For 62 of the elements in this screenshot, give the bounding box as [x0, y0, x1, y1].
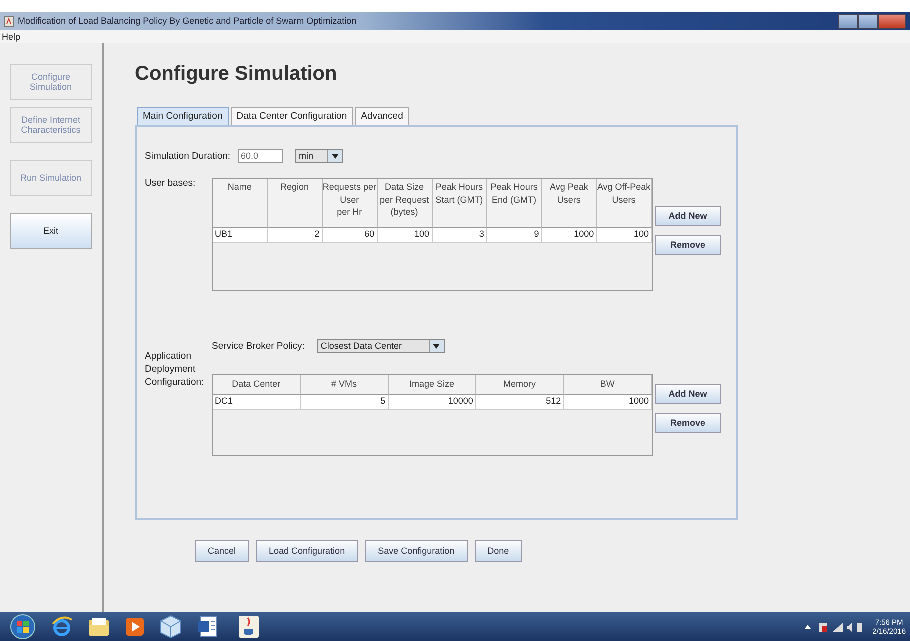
table-cell: 512: [476, 394, 564, 410]
table-cell: 100: [378, 228, 432, 243]
table-cell: 10000: [388, 394, 476, 410]
table-cell: 2: [268, 228, 323, 243]
footer-button[interactable]: Load Configuration: [256, 540, 358, 562]
duration-field[interactable]: 60.0: [238, 149, 283, 163]
table-button[interactable]: Add New: [655, 384, 721, 404]
column-header: BW: [564, 375, 652, 395]
section-label: Application Deployment Configuration:: [145, 351, 206, 390]
app-icon: [4, 16, 14, 26]
browser-icon[interactable]: [51, 616, 73, 638]
table-cell: DC1: [213, 394, 301, 410]
table-cell: UB1: [213, 228, 268, 243]
footer-button[interactable]: Cancel: [195, 540, 250, 562]
table-cell: 100: [597, 228, 652, 243]
column-header: Region: [268, 179, 323, 228]
folder-icon[interactable]: [88, 616, 110, 636]
column-header: Name: [213, 179, 268, 228]
column-header: Image Size: [388, 375, 476, 395]
tray-icons[interactable]: [802, 620, 863, 632]
column-header: Avg Peak Users: [542, 179, 598, 228]
table-cell: 1000: [542, 228, 598, 243]
document-icon[interactable]: [197, 616, 219, 638]
start-icon[interactable]: [10, 614, 36, 640]
table-cell: 60: [322, 228, 378, 243]
media-player-icon[interactable]: [125, 616, 145, 636]
column-header: Peak Hours End (GMT): [487, 179, 542, 228]
table-cell: 3: [432, 228, 488, 243]
page-heading: Configure Simulation: [135, 63, 338, 87]
cup-icon[interactable]: [238, 614, 260, 638]
tab[interactable]: Main Configuration: [137, 107, 229, 125]
column-header: Data Center: [213, 375, 301, 395]
table-cell: 9: [487, 228, 542, 243]
table-button[interactable]: Remove: [655, 413, 721, 433]
field-label: Simulation Duration:: [145, 150, 232, 162]
close-button[interactable]: [878, 14, 906, 28]
table-button[interactable]: Add New: [655, 206, 721, 226]
table-cell: 1000: [564, 394, 652, 410]
column-header: Requests per User per Hr: [322, 179, 378, 228]
section-label: User bases:: [145, 178, 197, 191]
footer-button[interactable]: Done: [474, 540, 522, 562]
footer-button[interactable]: Save Configuration: [365, 540, 468, 562]
minimize-button[interactable]: [838, 14, 858, 28]
cube-icon[interactable]: [160, 614, 182, 638]
caret-icon: [332, 154, 338, 158]
table-button[interactable]: Remove: [655, 235, 721, 255]
menu-item[interactable]: Help: [2, 32, 21, 42]
maximize-button[interactable]: [858, 14, 878, 28]
column-header: # VMs: [300, 375, 389, 395]
column-header: Peak Hours Start (GMT): [432, 179, 488, 228]
column-header: Memory: [476, 375, 564, 395]
policy-dropdown[interactable]: Closest Data Center: [316, 339, 445, 353]
window-title: Modification of Load Balancing Policy By Genetic and Particle of Swarm Optimization: [18, 16, 357, 26]
field-label: Service Broker Policy:: [212, 340, 305, 352]
unit-dropdown[interactable]: min: [295, 149, 343, 163]
column-header: Avg Off-Peak Users: [597, 179, 652, 228]
caret-icon: [433, 344, 440, 348]
table-cell: 5: [300, 394, 389, 410]
sidebar-button[interactable]: Exit: [10, 213, 92, 249]
column-header: Data Size per Request (bytes): [378, 179, 432, 228]
tab[interactable]: Data Center Configuration: [230, 107, 354, 125]
tab[interactable]: Advanced: [355, 107, 410, 125]
